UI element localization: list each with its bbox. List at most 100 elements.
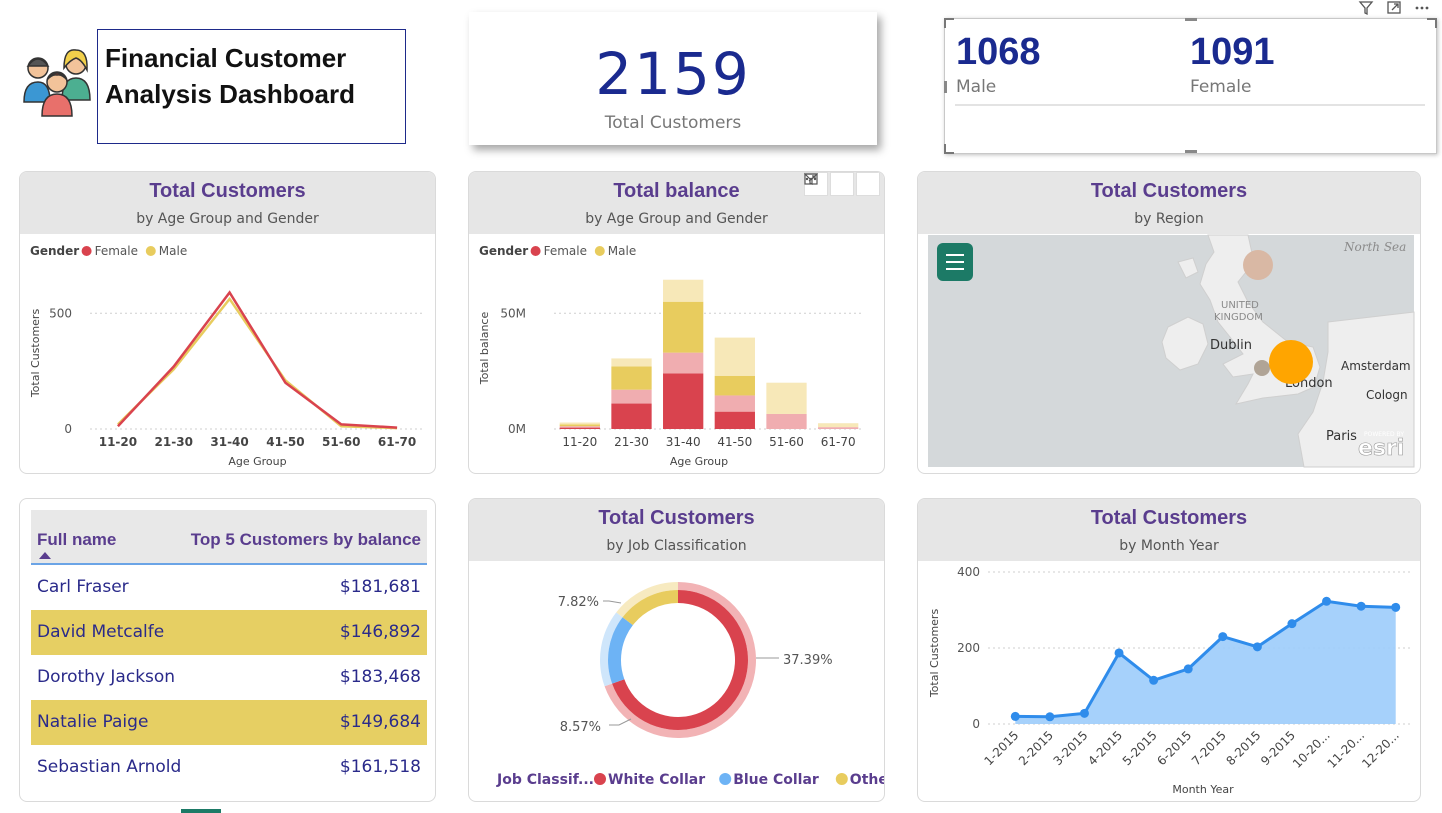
resize-corner-top-left[interactable] [944,18,954,28]
x-tick-label: 21-30 [614,435,649,449]
cell-full-name: Sebastian Arnold [37,757,182,777]
x-tick-label: 21-30 [155,435,193,449]
column-header-full-name[interactable]: Full name [37,530,116,550]
legend-label: Blue Collar [733,772,819,788]
y-axis-label: Total Customers [928,609,941,699]
focus-mode-icon[interactable] [1387,1,1401,14]
bar-segment [818,423,859,428]
filter-icon[interactable] [1358,1,1374,16]
data-point [1287,619,1297,629]
table-row[interactable]: David Metcalfe $146,892 [31,610,427,655]
resize-corner-top-right[interactable] [1427,18,1437,28]
dashboard-title-box: Financial Customer Analysis Dashboard [97,29,406,144]
leader-line [609,718,632,726]
x-tick-label: 5-2015 [1120,728,1160,768]
cell-balance: $183,468 [339,667,421,687]
data-point [1045,712,1055,722]
legend-label: Male [608,244,636,258]
cell-balance: $161,518 [339,757,421,777]
legend-title: Gender [30,244,79,258]
x-tick-label: 4-2015 [1085,728,1125,768]
x-tick-label: 61-70 [821,435,856,449]
region-map-panel[interactable]: Total Customers by Region North Sea UNIT… [917,171,1421,474]
page-title-line-1: Financial Customer [105,43,347,73]
leader-line [603,600,622,604]
data-point [1183,664,1193,674]
y-axis-label: Total balance [478,312,491,386]
total-customers-value: 2159 [595,40,751,108]
cell-full-name: Dorothy Jackson [37,667,176,687]
resize-handle-bottom[interactable] [1185,150,1197,153]
legend-marker [835,773,848,785]
map-bubble-scotland[interactable] [1243,250,1273,280]
age-gender-line-panel[interactable]: Total Customers by Age Group and Gender … [19,171,436,474]
x-tick-label: 10-20... [1290,728,1333,771]
legend-marker [530,246,541,256]
cell-balance: $181,681 [339,577,421,597]
map-label-cologne: Cologn [1366,388,1408,402]
job-classification-donut-panel[interactable]: Total Customers by Job Classification 37… [468,498,885,802]
total-customers-card[interactable]: 2159 Total Customers [469,12,877,145]
data-point [1356,601,1366,611]
region-map[interactable]: North Sea UNITED KINGDOM Dublin London A… [918,172,1421,474]
y-axis-label: Total Customers [29,309,42,399]
bar-segment [818,427,859,429]
total-customers-label: Total Customers [604,113,742,133]
map-label-dublin: Dublin [1210,338,1252,353]
donut-label-blue-collar: 8.57% [560,720,601,735]
table-row[interactable]: Carl Fraser $181,681 [31,565,427,610]
bar-segment [611,358,652,367]
x-tick-label: 8-2015 [1224,728,1264,768]
more-options-icon[interactable] [805,172,880,196]
resize-handle-top[interactable] [1185,18,1197,21]
female-label: Female [1190,77,1252,97]
page-title: Financial Customer Analysis Dashboard [105,40,355,112]
map-menu-button[interactable] [937,243,973,281]
map-bubble-london[interactable] [1269,340,1313,384]
more-options-icon[interactable] [1415,6,1429,10]
legend-label: White Collar [608,772,705,788]
data-point [1079,708,1089,718]
table-row[interactable]: Natalie Paige $149,684 [31,700,427,745]
column-header-balance[interactable]: Top 5 Customers by balance [191,530,421,550]
bar-segment [766,413,807,429]
people-group-icon [20,44,94,118]
bar-segment [714,395,755,412]
bar-segment [663,301,704,353]
map-label-uk-line1: UNITED [1221,300,1259,311]
resize-corner-bottom-left[interactable] [944,144,954,154]
donut-label-white-collar: 37.39% [783,653,833,668]
x-tick-label: 61-70 [378,435,416,449]
male-count-value: 1068 [956,31,1041,73]
bar-segment [611,366,652,390]
table-row[interactable]: Dorothy Jackson $183,468 [31,655,427,700]
y-tick-label: 200 [957,641,980,655]
month-year-area-panel[interactable]: Total Customers by Month Year 0 200 400 1-2… [917,498,1421,802]
bar-segment [559,422,600,425]
table-row[interactable]: Sebastian Arnold $161,518 [31,745,427,790]
legend-label: Male [159,244,187,258]
legend-title: Gender [479,244,528,258]
legend-title: Job Classif... [496,772,594,788]
legend-label: Other [850,772,885,788]
map-label-paris: Paris [1326,429,1357,444]
resize-handle-left[interactable] [944,81,947,93]
gender-split-card[interactable]: 1068 Male 1091 Female [944,18,1437,154]
x-tick-label: 11-20 [99,435,137,449]
x-tick-label: 51-60 [769,435,804,449]
legend-label: Female [95,244,138,258]
visual-header-icons [804,172,880,196]
bar-segment [559,427,600,429]
top-customers-table[interactable]: Full name Top 5 Customers by balance Car… [19,498,436,802]
x-tick-label: 6-2015 [1154,728,1194,768]
map-bubble-wales[interactable] [1254,360,1270,376]
sort-ascending-icon[interactable] [39,552,51,559]
focus-mode-icon[interactable] [804,172,854,196]
page-tab-indicator[interactable] [181,809,221,813]
age-line-chart: Gender Female Male 0 500 11-20 21-30 31-40 41-50… [29,244,425,468]
bar-segment [663,279,704,302]
donut-label-other: 7.82% [558,595,599,610]
balance-bar-panel[interactable]: Total balance by Age Group and Gender Ge… [468,171,885,474]
series-line-female [117,290,398,429]
legend-marker [145,246,156,256]
